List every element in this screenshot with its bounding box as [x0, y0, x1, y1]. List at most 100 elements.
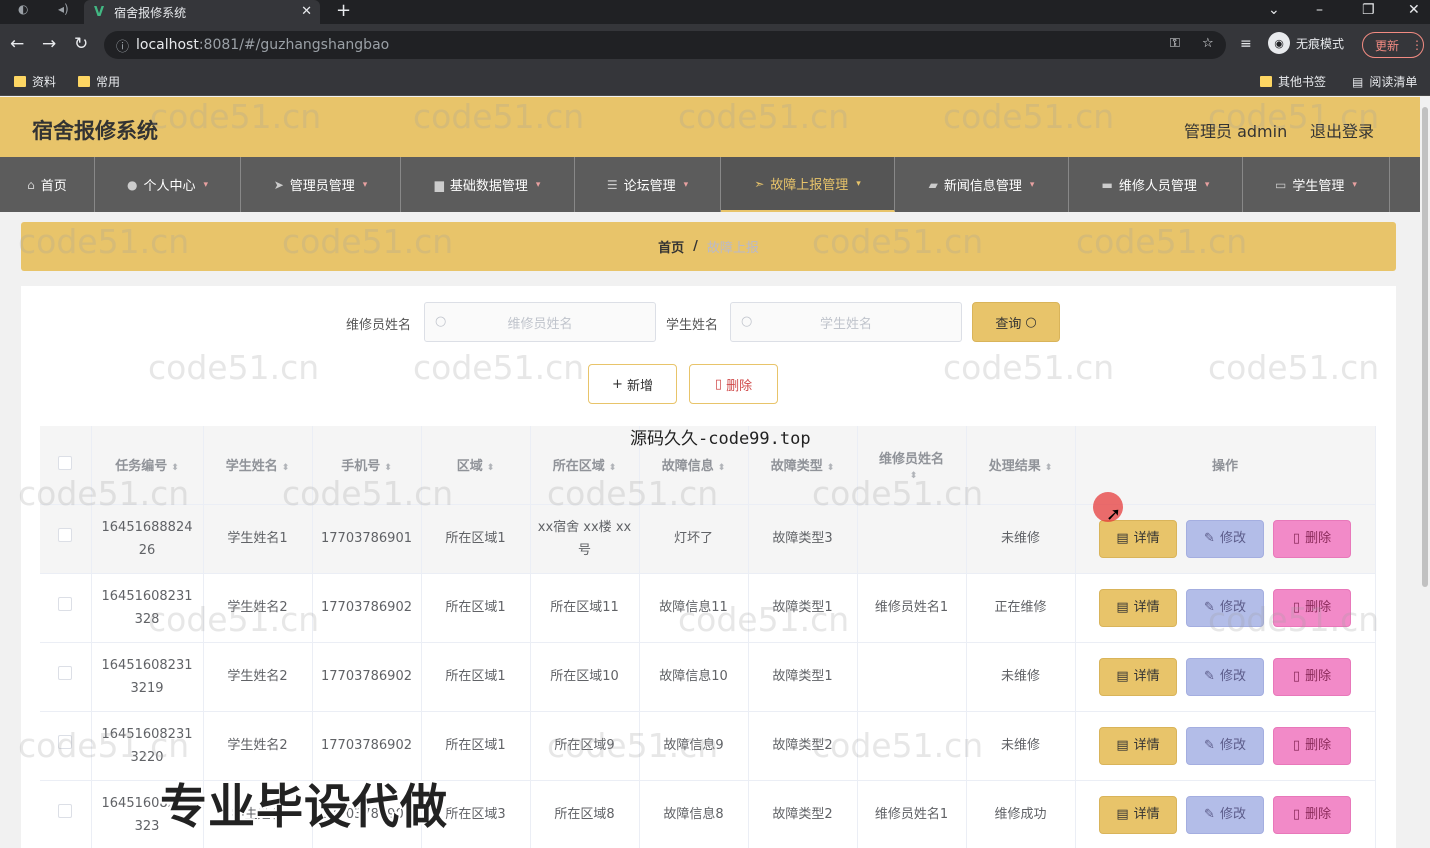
- sort-icon[interactable]: ⬍: [384, 463, 392, 473]
- row-checkbox[interactable]: [58, 666, 73, 680]
- column-header[interactable]: 维修员姓名 ⬍: [857, 426, 967, 505]
- header-label: 学生姓名: [225, 459, 278, 475]
- sort-icon[interactable]: ⬍: [282, 463, 290, 473]
- student-name-input[interactable]: ○ 学生姓名: [730, 302, 962, 342]
- breadcrumb-current: 故障上报: [706, 241, 759, 256]
- select-all-checkbox[interactable]: [58, 455, 73, 470]
- sort-icon[interactable]: ⬍: [910, 471, 918, 481]
- reading-list-icon[interactable]: ≡: [1240, 36, 1252, 52]
- other-bookmarks[interactable]: 其他书签: [1260, 73, 1326, 90]
- delete-button[interactable]: ▯ 删除: [1273, 657, 1351, 696]
- restore-icon[interactable]: ❐: [1362, 0, 1375, 20]
- sort-icon[interactable]: ⬍: [487, 463, 495, 473]
- detail-button[interactable]: ▤ 详情: [1099, 795, 1177, 834]
- scrollbar-thumb[interactable]: [1422, 107, 1428, 587]
- add-button[interactable]: + 新增: [588, 364, 677, 404]
- bookmark-folder[interactable]: 资料: [14, 73, 56, 90]
- app-header: 宿舍报修系统 管理员 admin 退出登录: [0, 97, 1420, 157]
- sort-icon[interactable]: ⬍: [609, 463, 617, 473]
- nav-item-news[interactable]: ▰ 新闻信息管理 ▾: [895, 157, 1069, 212]
- site-info-icon[interactable]: ⓘ: [116, 36, 129, 55]
- minimize-icon[interactable]: –: [1316, 0, 1323, 20]
- batch-delete-button[interactable]: ▯ 删除: [689, 364, 778, 404]
- header-label: 处理结果: [988, 459, 1041, 475]
- header-label: 任务编号: [115, 459, 168, 475]
- detail-button[interactable]: ▤ 详情: [1099, 519, 1177, 558]
- reload-icon[interactable]: ↻: [74, 34, 88, 54]
- nav-item-profile[interactable]: ● 个人中心 ▾: [95, 157, 241, 212]
- bookmark-folder[interactable]: 常用: [78, 73, 120, 90]
- new-tab-icon[interactable]: +: [336, 0, 351, 22]
- table-row[interactable]: 16451608231328 学生姓名2 17703786902 所在区域1 所…: [40, 573, 1376, 643]
- tab-search-icon[interactable]: ⌄: [1268, 0, 1280, 20]
- sort-icon[interactable]: ⬍: [718, 463, 726, 473]
- speaker-icon[interactable]: ◂): [58, 2, 69, 16]
- edit-button[interactable]: ✎ 修改: [1186, 588, 1264, 627]
- student-name-label: 学生姓名: [666, 318, 719, 333]
- detail-button[interactable]: ▤ 详情: [1099, 726, 1177, 765]
- key-icon[interactable]: ⚿: [1170, 36, 1180, 51]
- column-header[interactable]: 任务编号 ⬍: [91, 426, 204, 505]
- operations-cell: ▤ 详情 ✎ 修改 ▯ 删除: [1075, 711, 1376, 781]
- breadcrumb-home[interactable]: 首页: [658, 237, 684, 256]
- edit-button[interactable]: ✎ 修改: [1186, 657, 1264, 696]
- browser-tab[interactable]: V 宿舍报修系统 ✕: [84, 0, 320, 24]
- chat-icon: ▭: [1275, 177, 1287, 192]
- delete-label: 删除: [726, 378, 753, 394]
- edit-button[interactable]: ✎ 修改: [1186, 795, 1264, 834]
- logout-link[interactable]: 退出登录: [1310, 118, 1374, 142]
- trash-icon: ▯: [714, 376, 723, 392]
- globe-icon[interactable]: ◐: [18, 2, 28, 16]
- nav-item-repairmen[interactable]: ▬ 维修人员管理 ▾: [1069, 157, 1243, 212]
- nav-item-base-data[interactable]: ▆ 基础数据管理 ▾: [401, 157, 575, 212]
- delete-button[interactable]: ▯ 删除: [1273, 726, 1351, 765]
- nav-item-fault-report[interactable]: ➣ 故障上报管理 ▾: [721, 157, 895, 212]
- bookmark-star-icon[interactable]: ☆: [1202, 36, 1214, 51]
- row-checkbox[interactable]: [58, 804, 73, 818]
- column-header[interactable]: 所在区域 ⬍: [530, 426, 640, 505]
- nav-item-admins[interactable]: ➤ 管理员管理 ▾: [241, 157, 401, 212]
- delete-button[interactable]: ▯ 删除: [1273, 588, 1351, 627]
- close-window-icon[interactable]: ✕: [1408, 0, 1420, 20]
- select-all-cell[interactable]: [40, 426, 92, 505]
- table-row[interactable]: 1645168882426 学生姓名1 17703786901 所在区域1 xx…: [40, 504, 1376, 574]
- query-button[interactable]: 查询 ○: [972, 302, 1060, 342]
- incognito-icon: ◉: [1268, 32, 1290, 54]
- edit-label: 修改: [1219, 807, 1246, 822]
- incognito-indicator[interactable]: ◉ 无痕模式: [1268, 32, 1344, 54]
- sort-icon[interactable]: ⬍: [827, 463, 835, 473]
- page-scrollbar[interactable]: [1420, 97, 1430, 848]
- column-header[interactable]: 处理结果 ⬍: [966, 426, 1076, 505]
- column-header[interactable]: 学生姓名 ⬍: [203, 426, 313, 505]
- edit-button[interactable]: ✎ 修改: [1186, 519, 1264, 558]
- edit-button[interactable]: ✎ 修改: [1186, 726, 1264, 765]
- delete-button[interactable]: ▯ 删除: [1273, 519, 1351, 558]
- sort-icon[interactable]: ⬍: [1045, 463, 1053, 473]
- detail-button[interactable]: ▤ 详情: [1099, 588, 1177, 627]
- tab-close-icon[interactable]: ✕: [301, 4, 312, 19]
- row-checkbox[interactable]: [58, 735, 73, 749]
- nav-item-students[interactable]: ▭ 学生管理 ▾: [1243, 157, 1390, 212]
- repair-name-input[interactable]: ○ 维修员姓名: [424, 302, 656, 342]
- column-header[interactable]: 区域 ⬍: [421, 426, 531, 505]
- edit-label: 修改: [1219, 738, 1246, 753]
- url-input[interactable]: ⓘ localhost:8081/#/guzhangshangbao ⚿ ☆: [104, 31, 1226, 59]
- forward-icon[interactable]: →: [42, 34, 56, 54]
- sort-icon[interactable]: ⬍: [171, 463, 179, 473]
- location-cell: xx宿舍 xx楼 xx号: [530, 504, 640, 574]
- column-header[interactable]: 手机号 ⬍: [312, 426, 422, 505]
- location-cell: 所在区域10: [530, 642, 640, 712]
- nav-item-forum[interactable]: ☰ 论坛管理 ▾: [575, 157, 721, 212]
- back-icon[interactable]: ←: [10, 34, 24, 54]
- detail-button[interactable]: ▤ 详情: [1099, 657, 1177, 696]
- delete-button[interactable]: ▯ 删除: [1273, 795, 1351, 834]
- table-row[interactable]: 164516082313219 学生姓名2 17703786902 所在区域1 …: [40, 642, 1376, 712]
- row-checkbox[interactable]: [58, 597, 73, 611]
- nav-item-home[interactable]: ⌂ 首页: [0, 157, 95, 212]
- trash-icon: ▯: [1292, 600, 1301, 615]
- bookmark-label: 阅读清单: [1369, 75, 1418, 89]
- reading-list[interactable]: ▤ 阅读清单: [1352, 73, 1417, 90]
- update-button[interactable]: 更新 ⋮: [1362, 32, 1424, 58]
- nav-label: 基础数据管理: [449, 179, 528, 194]
- row-checkbox[interactable]: [58, 528, 73, 542]
